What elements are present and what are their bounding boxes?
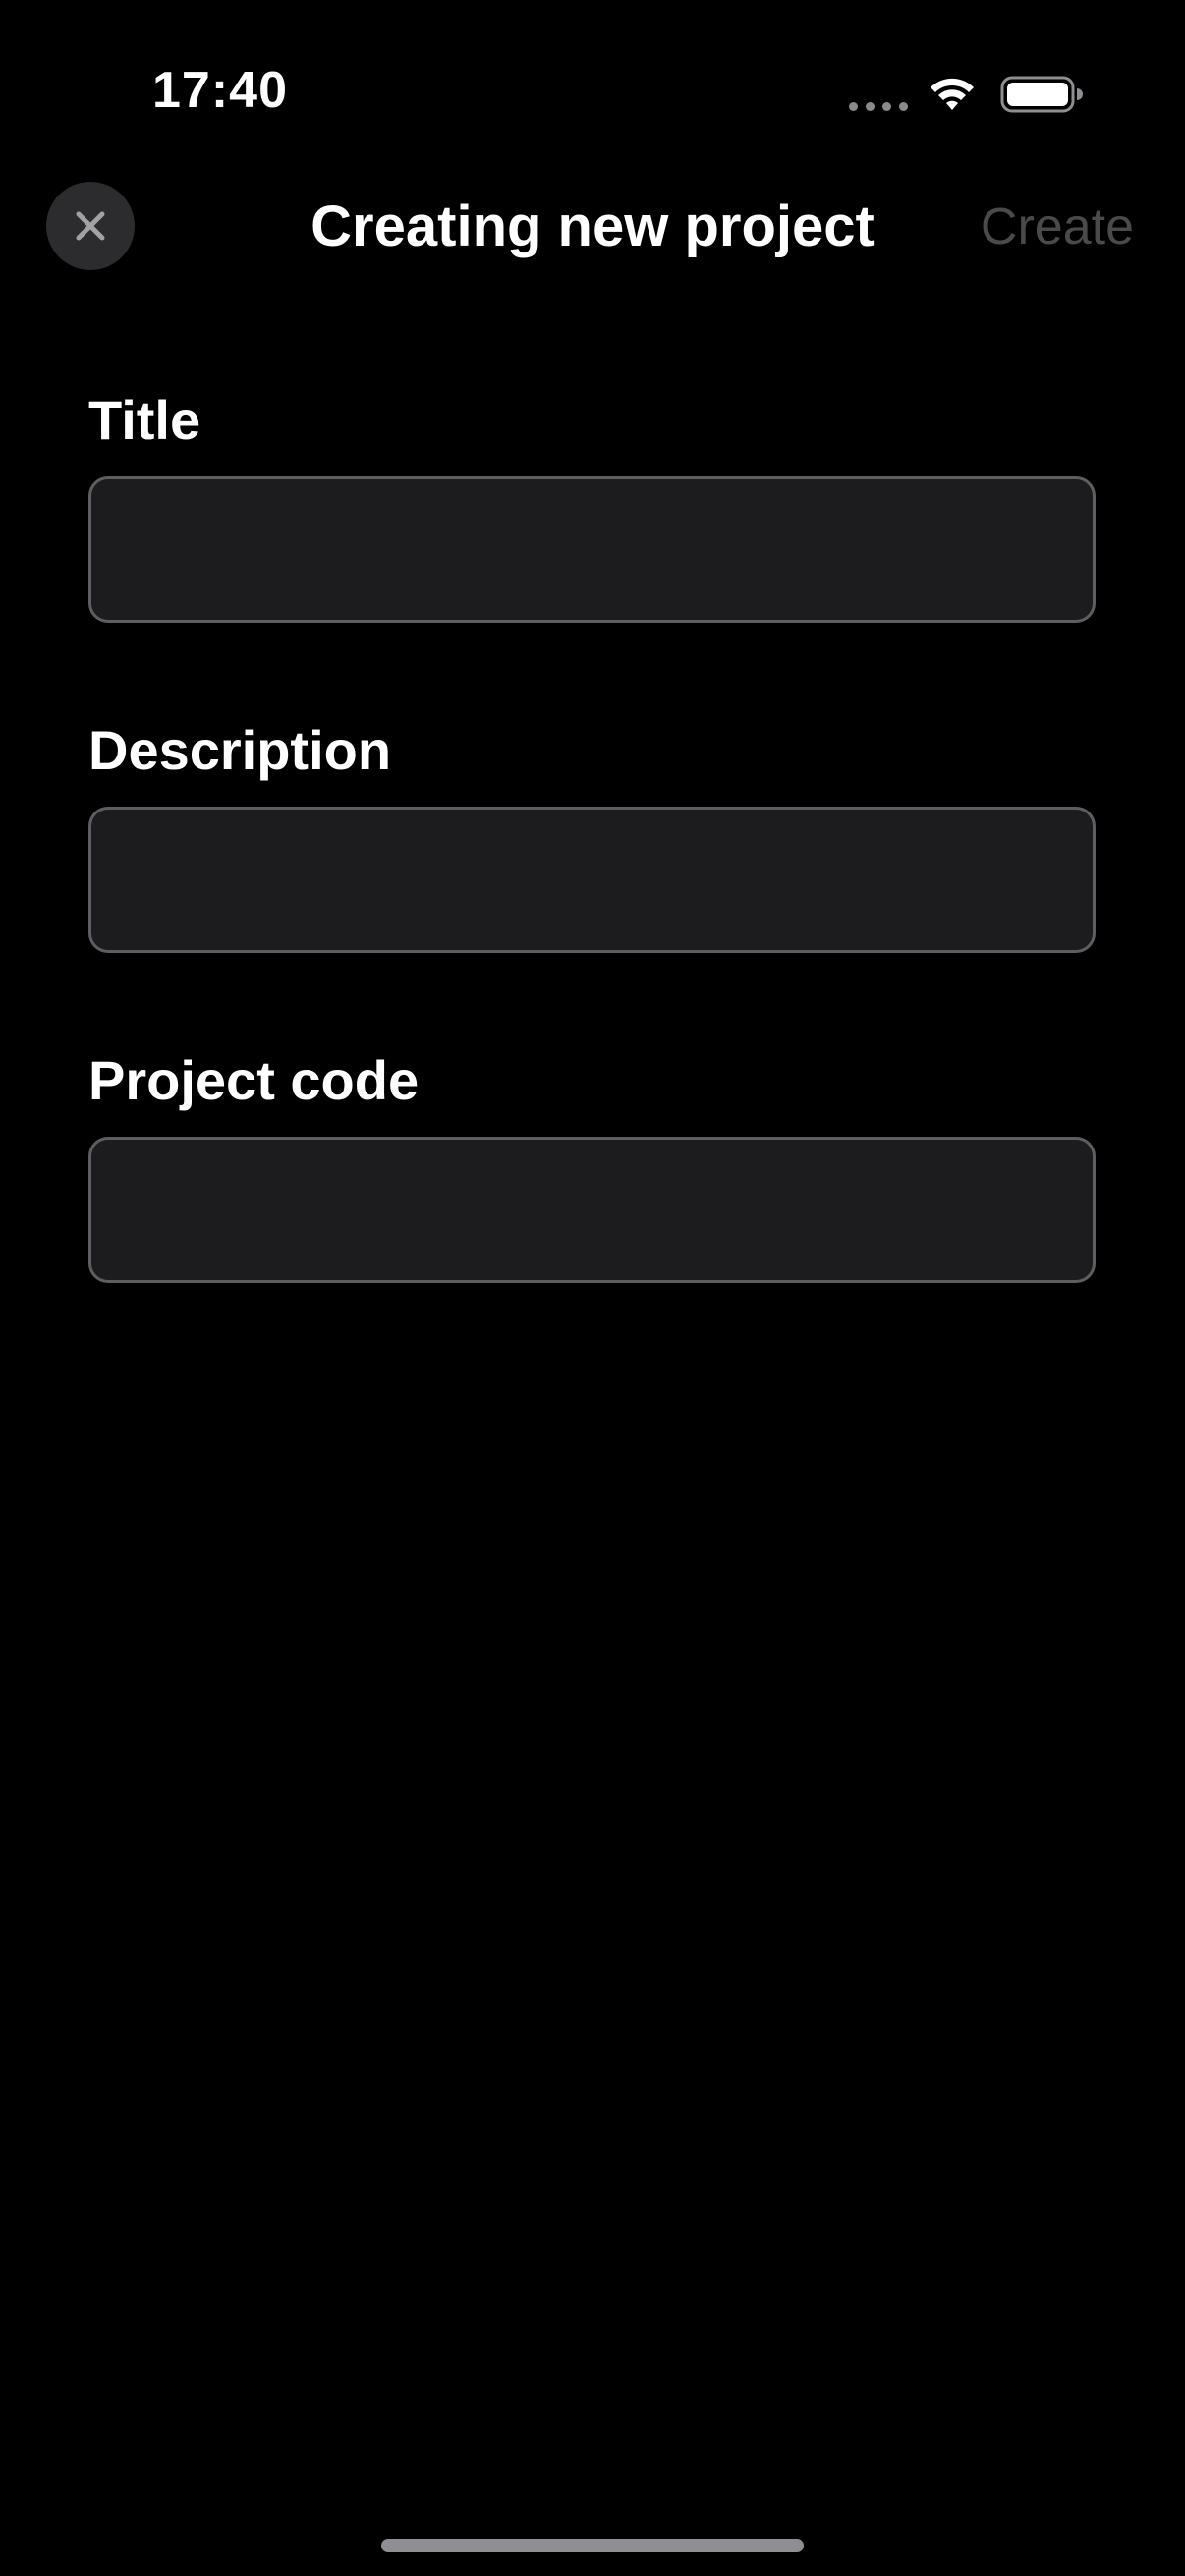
home-indicator[interactable] [381, 2539, 804, 2552]
description-field-group: Description [88, 716, 1096, 953]
navigation-bar: Creating new project Create [0, 182, 1185, 270]
description-input[interactable] [88, 807, 1096, 953]
title-field-group: Title [88, 386, 1096, 623]
project-form: Title Description Project code [88, 386, 1096, 1283]
project-code-field-group: Project code [88, 1046, 1096, 1283]
create-button[interactable]: Create [981, 197, 1134, 256]
status-bar: 17:40 [0, 0, 1185, 187]
battery-icon [1000, 76, 1083, 113]
title-input[interactable] [88, 476, 1096, 623]
title-label: Title [88, 389, 201, 451]
project-code-input[interactable] [88, 1137, 1096, 1283]
description-label: Description [88, 719, 392, 781]
status-time: 17:40 [152, 62, 288, 119]
wifi-icon [931, 78, 974, 110]
cellular-signal-icon [849, 102, 908, 111]
project-code-label: Project code [88, 1049, 420, 1111]
